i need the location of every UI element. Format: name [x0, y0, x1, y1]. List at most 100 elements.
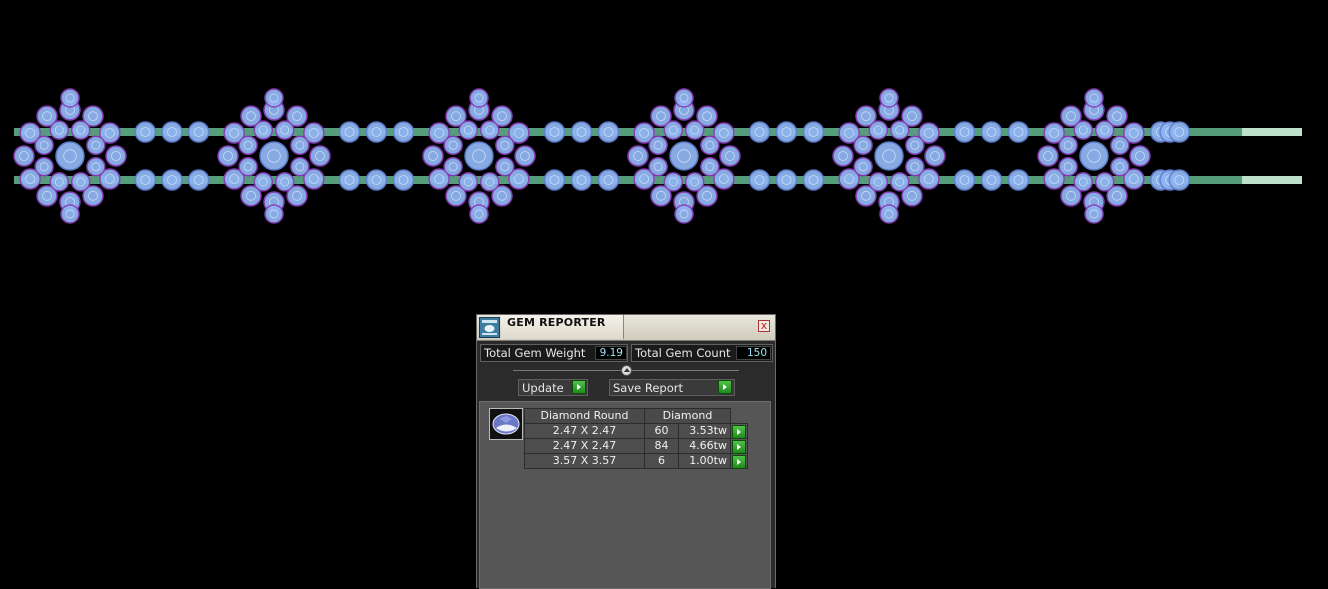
- gem-stone: [1079, 141, 1109, 171]
- cad-viewport[interactable]: [0, 0, 1328, 300]
- gem-stone: [55, 141, 85, 171]
- gem-stone: [669, 141, 699, 171]
- total-gem-count-field: Total Gem Count 150: [631, 344, 773, 362]
- row-size: 2.47 X 2.47: [524, 438, 645, 454]
- gem-stone: [953, 169, 976, 191]
- header-material: Diamond: [644, 408, 731, 424]
- gem-stone: [597, 121, 620, 143]
- gem-stone: [980, 169, 1003, 191]
- table-row: 3.57 X 3.57 6 1.00tw: [524, 453, 748, 469]
- gem-stone: [570, 169, 593, 191]
- gem-stone: [648, 135, 668, 156]
- gem-stone: [889, 172, 910, 192]
- gem-stone: [161, 169, 183, 191]
- save-report-button-label: Save Report: [613, 381, 684, 395]
- gem-stone: [719, 145, 741, 167]
- gem-stone: [274, 120, 295, 140]
- rail-end: [1242, 176, 1302, 184]
- gem-stone: [1037, 145, 1059, 167]
- bracelet-model: [13, 88, 1302, 224]
- total-gem-weight-field: Total Gem Weight 9.19: [480, 344, 628, 362]
- gem-stone: [60, 88, 80, 108]
- total-gem-count-value: 150: [736, 346, 771, 360]
- gem-stone: [879, 204, 899, 224]
- gem-stone: [879, 88, 899, 108]
- gem-stone: [1073, 172, 1094, 192]
- gem-stone: [392, 121, 415, 143]
- row-select-button[interactable]: [730, 423, 748, 439]
- table-row: 2.47 X 2.47 84 4.66tw: [524, 438, 748, 454]
- gem-stone: [238, 156, 258, 177]
- gem-stone: [514, 145, 536, 167]
- row-size: 3.57 X 3.57: [524, 453, 645, 469]
- gem-table-header: Diamond Round Diamond: [524, 408, 748, 424]
- gem-stone: [748, 169, 771, 191]
- gem-stone: [469, 204, 489, 224]
- gem-stone: [543, 121, 566, 143]
- gem-stone: [868, 172, 889, 192]
- gem-stone: [1084, 204, 1104, 224]
- gem-stone: [259, 141, 289, 171]
- close-button[interactable]: x: [758, 320, 770, 332]
- gem-stone: [980, 121, 1003, 143]
- oval-gem-icon[interactable]: [489, 408, 523, 440]
- gem-stone: [217, 145, 239, 167]
- row-count: 6: [644, 453, 679, 469]
- row-play-icon: [732, 425, 746, 439]
- collapse-handle-icon[interactable]: [621, 365, 632, 376]
- gem-stone: [832, 145, 854, 167]
- row-count: 60: [644, 423, 679, 439]
- gem-stone: [392, 169, 415, 191]
- gem-stone: [874, 141, 904, 171]
- gem-stone: [422, 145, 444, 167]
- gem-stone: [674, 88, 694, 108]
- gem-stone: [1168, 121, 1191, 143]
- gem-stone: [464, 141, 494, 171]
- gem-stone: [663, 120, 684, 140]
- gem-stone: [775, 169, 798, 191]
- gem-stone: [648, 156, 668, 177]
- row-size: 2.47 X 2.47: [524, 423, 645, 439]
- gem-stone: [627, 145, 649, 167]
- gem-stone: [253, 172, 274, 192]
- row-select-button[interactable]: [730, 453, 748, 469]
- gem-reporter-panel: GEM REPORTER x Total Gem Weight 9.19 Tot…: [476, 314, 776, 589]
- row-count: 84: [644, 438, 679, 454]
- gem-stone: [274, 172, 295, 192]
- gem-stone: [1110, 135, 1130, 156]
- gem-stone: [700, 156, 720, 177]
- gem-stone: [34, 156, 54, 177]
- gem-stone: [479, 172, 500, 192]
- gem-stone: [134, 169, 157, 191]
- update-play-icon: [572, 380, 586, 394]
- gem-stone: [86, 135, 106, 156]
- row-select-button[interactable]: [730, 438, 748, 454]
- gem-stone: [853, 135, 873, 156]
- gem-stone: [105, 145, 127, 167]
- gem-stone: [1110, 156, 1130, 177]
- gem-stone: [1094, 120, 1115, 140]
- gem-stone: [86, 156, 106, 177]
- gem-report-area: Diamond Round Diamond 2.47 X 2.47 60 3.5…: [479, 401, 771, 589]
- gem-stone: [700, 135, 720, 156]
- gem-stone: [13, 145, 35, 167]
- save-report-button[interactable]: Save Report: [609, 379, 735, 396]
- gem-stone: [49, 120, 70, 140]
- gem-stone: [684, 172, 705, 192]
- gem-stone: [748, 121, 771, 143]
- gem-stone: [775, 121, 798, 143]
- gem-stone: [802, 169, 825, 191]
- gem-stone: [338, 121, 361, 143]
- gem-stone: [853, 156, 873, 177]
- update-button[interactable]: Update: [518, 379, 588, 396]
- row-play-icon: [732, 440, 746, 454]
- panel-titlebar[interactable]: GEM REPORTER x: [477, 315, 775, 341]
- gem-stone: [469, 88, 489, 108]
- gem-stone: [458, 172, 479, 192]
- gem-stone: [264, 88, 284, 108]
- panel-title: GEM REPORTER: [507, 316, 606, 329]
- gem-stone: [1073, 120, 1094, 140]
- gem-stone: [161, 121, 183, 143]
- rail-end: [1242, 128, 1302, 136]
- total-gem-weight-label: Total Gem Weight: [484, 346, 586, 360]
